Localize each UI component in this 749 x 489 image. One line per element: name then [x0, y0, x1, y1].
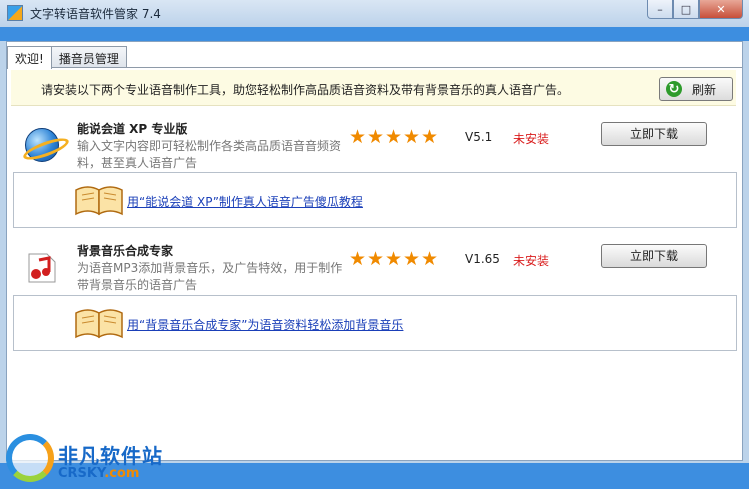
minimize-button[interactable]: – [647, 0, 673, 19]
star-icon: ★ [349, 126, 367, 148]
watermark-domain: CRSKY.com [58, 466, 139, 481]
star-icon: ★ [385, 126, 403, 148]
watermark-domain-main: CRSKY [58, 466, 105, 481]
star-icon: ★ [403, 248, 421, 270]
book-icon [75, 186, 123, 216]
watermark-title: 非凡软件站 [58, 444, 163, 468]
product-description: 输入文字内容即可轻松制作各类高品质语音音频资料，甚至真人语音广告 [77, 139, 342, 170]
star-icon: ★ [403, 126, 421, 148]
music-note-icon [28, 253, 56, 283]
title-bar: 文字转语音软件管家 7.4 – □ ✕ [0, 0, 749, 27]
rating-stars: ★ ★ ★ ★ ★ [349, 248, 439, 270]
tab-divider [7, 67, 742, 68]
install-status: 未安装 [513, 254, 550, 268]
star-icon: ★ [349, 248, 367, 270]
product-name: 背景音乐合成专家 [77, 244, 174, 258]
site-watermark: 非凡软件站 CRSKY.com [6, 432, 166, 484]
download-button[interactable]: 立即下载 [601, 122, 707, 146]
guide-row-nsh: 用“能说会道 XP”制作真人语音广告傻瓜教程 [13, 172, 737, 228]
product-name: 能说会道 XP 专业版 [77, 122, 188, 136]
close-button[interactable]: ✕ [699, 0, 743, 19]
star-icon: ★ [367, 126, 385, 148]
notice-text: 请安装以下两个专业语音制作工具，助您轻松制作高品质语音资料及带有背景音乐的真人语… [41, 83, 570, 97]
tutorial-link[interactable]: 用“背景音乐合成专家”为语音资料轻松添加背景音乐 [127, 316, 403, 333]
rating-stars: ★ ★ ★ ★ ★ [349, 126, 439, 148]
globe-icon [25, 128, 59, 162]
refresh-label: 刷新 [692, 82, 717, 97]
tutorial-link[interactable]: 用“能说会道 XP”制作真人语音广告傻瓜教程 [127, 193, 363, 210]
refresh-icon: ↻ [666, 81, 682, 97]
tab-bar: 欢迎! 播音员管理 [7, 46, 127, 69]
download-button[interactable]: 立即下载 [601, 244, 707, 268]
refresh-button[interactable]: ↻ 刷新 [659, 77, 733, 101]
header-strip [0, 27, 749, 41]
book-icon [75, 309, 123, 339]
main-panel: 欢迎! 播音员管理 请安装以下两个专业语音制作工具，助您轻松制作高品质语音资料及… [6, 41, 743, 461]
maximize-button[interactable]: □ [673, 0, 699, 19]
tab-announcer-management[interactable]: 播音员管理 [50, 46, 127, 68]
app-icon [7, 5, 23, 21]
install-status: 未安装 [513, 132, 550, 146]
product-row-nsh: 能说会道 XP 专业版 输入文字内容即可轻松制作各类高品质语音音频资料，甚至真人… [13, 118, 737, 170]
star-icon: ★ [367, 248, 385, 270]
window-title: 文字转语音软件管家 7.4 [30, 7, 161, 21]
window-controls: – □ ✕ [647, 0, 743, 19]
star-icon: ★ [421, 248, 439, 270]
product-version: V5.1 [465, 130, 493, 144]
watermark-logo-icon [6, 434, 54, 482]
guide-row-bgm: 用“背景音乐合成专家”为语音资料轻松添加背景音乐 [13, 295, 737, 351]
watermark-domain-tail: .com [104, 466, 140, 481]
star-icon: ★ [385, 248, 403, 270]
tab-welcome[interactable]: 欢迎! [7, 46, 52, 69]
product-row-bgm: 背景音乐合成专家 为语音MP3添加背景音乐，及广告特效，用于制作带背景音乐的语音… [13, 240, 737, 294]
product-version: V1.65 [465, 252, 500, 266]
product-description: 为语音MP3添加背景音乐，及广告特效，用于制作带背景音乐的语音广告 [77, 261, 343, 292]
notice-bar: 请安装以下两个专业语音制作工具，助您轻松制作高品质语音资料及带有背景音乐的真人语… [11, 70, 736, 106]
star-icon: ★ [421, 126, 439, 148]
